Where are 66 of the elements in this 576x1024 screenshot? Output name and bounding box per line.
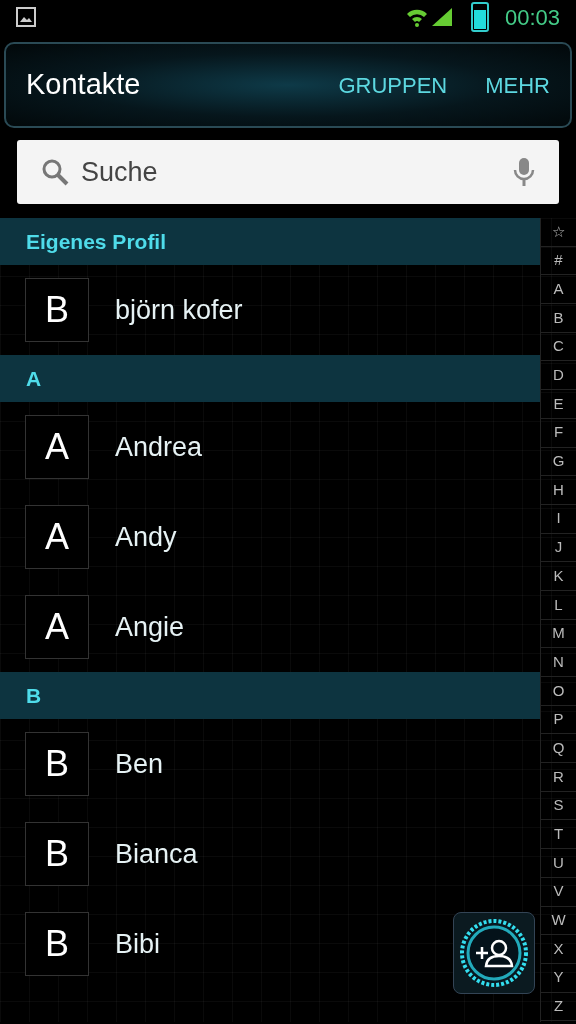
avatar-tile: B [25, 278, 89, 342]
wifi-icon [405, 7, 428, 27]
image-icon [16, 7, 36, 27]
contact-row[interactable]: A Andy [0, 492, 540, 582]
avatar-tile: A [25, 595, 89, 659]
index-letter[interactable]: U [541, 849, 576, 878]
app-bar-action[interactable]: GRUPPEN [338, 68, 448, 102]
battery-icon [470, 2, 489, 32]
index-letter[interactable]: N [541, 648, 576, 677]
index-letter[interactable]: Q [541, 734, 576, 764]
contact-name: Andy [115, 520, 177, 554]
add-contact-button[interactable] [453, 912, 535, 994]
contact-name: Bibi [115, 927, 161, 961]
search-field[interactable]: Suche [81, 151, 513, 193]
index-letter[interactable]: D [541, 361, 576, 391]
search-icon [41, 158, 69, 186]
avatar-tile: A [25, 415, 89, 479]
contact-name: Bianca [115, 837, 198, 871]
index-letter[interactable]: A [541, 275, 576, 305]
index-letter[interactable]: V [541, 877, 576, 907]
avatar-tile: A [25, 505, 89, 569]
contact-row[interactable]: A Andrea [0, 402, 540, 492]
section-header: A [0, 355, 540, 402]
index-letter[interactable]: I [541, 504, 576, 534]
index-letter[interactable]: L [541, 590, 576, 620]
app-title: Kontakte [26, 67, 142, 103]
contact-name: björn kofer [115, 293, 243, 327]
index-letter[interactable]: H [541, 476, 576, 505]
add-person-icon [459, 918, 529, 988]
signal-icon [430, 7, 453, 27]
contact-row[interactable]: B Bianca [0, 809, 540, 899]
index-letter[interactable]: E [541, 390, 576, 419]
search-bar[interactable]: Suche [17, 140, 559, 204]
index-letter[interactable]: T [541, 820, 576, 850]
contact-row[interactable]: B björn kofer [0, 265, 540, 355]
index-letter[interactable]: G [541, 447, 576, 477]
index-letter[interactable]: B [541, 304, 576, 333]
index-letter[interactable]: ☆ [541, 218, 576, 247]
index-letter[interactable]: M [541, 619, 576, 649]
index-letter[interactable]: R [541, 763, 576, 792]
index-letter[interactable]: Y [541, 963, 576, 993]
index-letter[interactable]: O [541, 677, 576, 706]
avatar-tile: B [25, 822, 89, 886]
app-bar-action[interactable]: MEHR [485, 68, 550, 102]
contact-row[interactable]: B Bibi [0, 899, 540, 989]
contact-name: Andrea [115, 430, 203, 464]
index-letter[interactable]: J [541, 533, 576, 563]
index-letter[interactable]: W [541, 906, 576, 936]
avatar-tile: B [25, 732, 89, 796]
index-letter[interactable]: P [541, 705, 576, 735]
index-letter[interactable]: # [541, 246, 576, 276]
contact-row[interactable]: A Angie [0, 582, 540, 672]
index-letter[interactable]: Z [541, 992, 576, 1022]
index-letter[interactable]: X [541, 935, 576, 964]
contact-row[interactable]: B Ben [0, 719, 540, 809]
section-header: B [0, 672, 540, 719]
microphone-icon[interactable] [513, 157, 535, 187]
contact-name: Angie [115, 610, 185, 644]
index-letter[interactable]: F [541, 418, 576, 448]
contact-name: Ben [115, 747, 164, 781]
index-letter[interactable]: S [541, 791, 576, 821]
index-letter[interactable]: C [541, 332, 576, 362]
clock: 00:03 [504, 3, 560, 32]
index-letter[interactable]: K [541, 562, 576, 591]
section-header: Eigenes Profil [0, 218, 540, 265]
avatar-tile: B [25, 912, 89, 976]
